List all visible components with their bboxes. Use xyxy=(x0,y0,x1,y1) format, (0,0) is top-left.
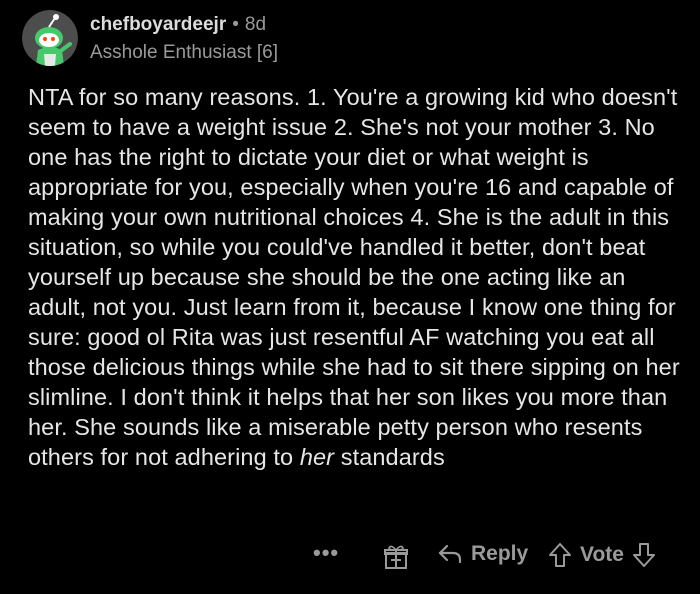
comment-text-end: standards xyxy=(334,444,445,470)
meta-line: chefboyardeejr • 8d xyxy=(90,14,278,36)
comment-body: NTA for so many reasons. 1. You're a gro… xyxy=(28,82,688,472)
avatar[interactable] xyxy=(22,10,78,66)
meta-separator: • xyxy=(232,14,239,35)
reply-label: Reply xyxy=(471,542,529,565)
vote-control[interactable]: Vote xyxy=(548,542,656,568)
snoo-avatar-icon xyxy=(22,10,78,66)
user-flair: Asshole Enthusiast [6] xyxy=(90,42,278,63)
comment-meta: chefboyardeejr • 8d Asshole Enthusiast [… xyxy=(90,10,278,64)
comment: chefboyardeejr • 8d Asshole Enthusiast [… xyxy=(0,0,700,594)
comment-text: NTA for so many reasons. 1. You're a gro… xyxy=(28,84,680,470)
reply-arrow-icon xyxy=(438,544,462,564)
downvote-arrow-icon[interactable] xyxy=(632,542,656,568)
award-button[interactable] xyxy=(383,544,409,570)
gift-icon xyxy=(384,545,408,569)
comment-age: 8d xyxy=(244,14,267,35)
comment-text-italic: her xyxy=(299,444,335,470)
username[interactable]: chefboyardeejr xyxy=(90,14,226,36)
comment-header: chefboyardeejr • 8d Asshole Enthusiast [… xyxy=(22,10,278,66)
more-options-button[interactable]: ••• xyxy=(313,540,339,566)
more-options-icon: ••• xyxy=(313,540,340,565)
comment-actions: ••• Reply Vote xyxy=(0,538,700,578)
vote-label: Vote xyxy=(580,543,624,566)
upvote-arrow-icon[interactable] xyxy=(548,542,572,568)
reply-button[interactable]: Reply xyxy=(437,542,528,566)
